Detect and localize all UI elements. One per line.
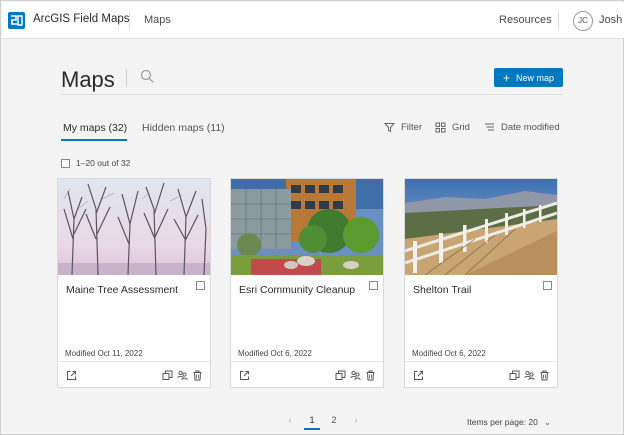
search-icon[interactable] bbox=[140, 69, 155, 84]
card-actions bbox=[509, 370, 550, 381]
user-avatar[interactable]: JC bbox=[573, 11, 593, 31]
filter-label: Filter bbox=[401, 122, 423, 133]
tab-hidden-maps[interactable]: Hidden maps (11) bbox=[142, 122, 225, 134]
map-title[interactable]: Shelton Trail bbox=[413, 284, 471, 296]
map-title[interactable]: Maine Tree Assessment bbox=[66, 284, 178, 296]
title-divider bbox=[126, 69, 127, 87]
page-1-button[interactable]: 1 bbox=[301, 415, 323, 430]
select-all-row: 1–20 out of 32 bbox=[61, 158, 130, 168]
card-divider bbox=[405, 361, 557, 362]
trail-fence-image bbox=[405, 179, 557, 275]
filter-button[interactable]: Filter bbox=[384, 122, 422, 133]
share-users-icon[interactable] bbox=[350, 370, 361, 381]
app-title[interactable]: ArcGIS Field Maps bbox=[33, 13, 130, 25]
modified-date: Modified Oct 6, 2022 bbox=[412, 349, 486, 358]
trash-icon[interactable] bbox=[192, 370, 203, 381]
map-select-checkbox[interactable] bbox=[543, 281, 552, 290]
select-all-checkbox[interactable] bbox=[61, 158, 70, 168]
grid-label: Grid bbox=[452, 122, 470, 133]
items-per-page-select[interactable]: Items per page: 20 ⌄ bbox=[467, 417, 551, 428]
share-users-icon[interactable] bbox=[524, 370, 535, 381]
card-divider bbox=[58, 361, 210, 362]
chevron-down-icon: ⌄ bbox=[543, 417, 552, 427]
map-thumbnail[interactable] bbox=[231, 179, 383, 275]
open-external-icon[interactable] bbox=[413, 370, 424, 381]
card-divider bbox=[231, 361, 383, 362]
plus-icon: + bbox=[502, 70, 510, 85]
field-maps-logo-icon[interactable] bbox=[8, 12, 25, 29]
tab-my-maps[interactable]: My maps (32) bbox=[63, 122, 127, 134]
winter-trees-image bbox=[58, 179, 210, 275]
card-actions bbox=[335, 370, 376, 381]
card-actions bbox=[162, 370, 203, 381]
share-users-icon[interactable] bbox=[177, 370, 188, 381]
top-header: ArcGIS Field Maps Maps Resources JC Josh bbox=[2, 2, 624, 39]
map-select-checkbox[interactable] bbox=[369, 281, 378, 290]
sort-button[interactable]: Date modified bbox=[484, 122, 560, 133]
page-2-button[interactable]: 2 bbox=[323, 415, 345, 425]
page-title: Maps bbox=[61, 67, 115, 92]
open-external-icon[interactable] bbox=[66, 370, 77, 381]
new-map-label: New map bbox=[516, 72, 555, 83]
title-rule bbox=[61, 94, 563, 95]
sort-label: Date modified bbox=[501, 122, 560, 133]
map-thumbnail[interactable] bbox=[58, 179, 210, 275]
username-label[interactable]: Josh bbox=[599, 14, 622, 26]
modified-date: Modified Oct 6, 2022 bbox=[238, 349, 312, 358]
range-label: 1–20 out of 32 bbox=[76, 158, 131, 168]
header-divider bbox=[558, 11, 559, 31]
next-page-chevron-icon[interactable]: › bbox=[345, 415, 367, 425]
map-card[interactable]: Esri Community Cleanup Modified Oct 6, 2… bbox=[230, 178, 384, 388]
active-tab-indicator bbox=[61, 139, 127, 141]
map-card[interactable]: Maine Tree Assessment Modified Oct 11, 2… bbox=[57, 178, 211, 388]
pagination: ‹ 1 2 › bbox=[279, 415, 367, 430]
new-map-button[interactable]: + New map bbox=[494, 68, 563, 87]
map-thumbnail[interactable] bbox=[405, 179, 557, 275]
map-select-checkbox[interactable] bbox=[196, 281, 205, 290]
grid-icon bbox=[435, 122, 446, 133]
filter-icon bbox=[384, 123, 395, 133]
resources-link[interactable]: Resources bbox=[499, 14, 552, 26]
prev-page-chevron-icon[interactable]: ‹ bbox=[279, 415, 301, 425]
copy-icon[interactable] bbox=[509, 370, 520, 381]
header-divider bbox=[129, 11, 130, 31]
copy-icon[interactable] bbox=[335, 370, 346, 381]
open-external-icon[interactable] bbox=[239, 370, 250, 381]
grid-view-button[interactable]: Grid bbox=[435, 122, 470, 133]
trash-icon[interactable] bbox=[539, 370, 550, 381]
map-title[interactable]: Esri Community Cleanup bbox=[239, 284, 355, 296]
map-card[interactable]: Shelton Trail Modified Oct 6, 2022 bbox=[404, 178, 558, 388]
modified-date: Modified Oct 11, 2022 bbox=[65, 349, 143, 358]
trash-icon[interactable] bbox=[365, 370, 376, 381]
nav-maps-link[interactable]: Maps bbox=[144, 14, 171, 26]
items-per-page-label: Items per page: 20 bbox=[467, 417, 538, 427]
campus-building-image bbox=[231, 179, 383, 275]
app-window: ArcGIS Field Maps Maps Resources JC Josh… bbox=[0, 0, 624, 435]
copy-icon[interactable] bbox=[162, 370, 173, 381]
sort-icon bbox=[485, 123, 494, 131]
